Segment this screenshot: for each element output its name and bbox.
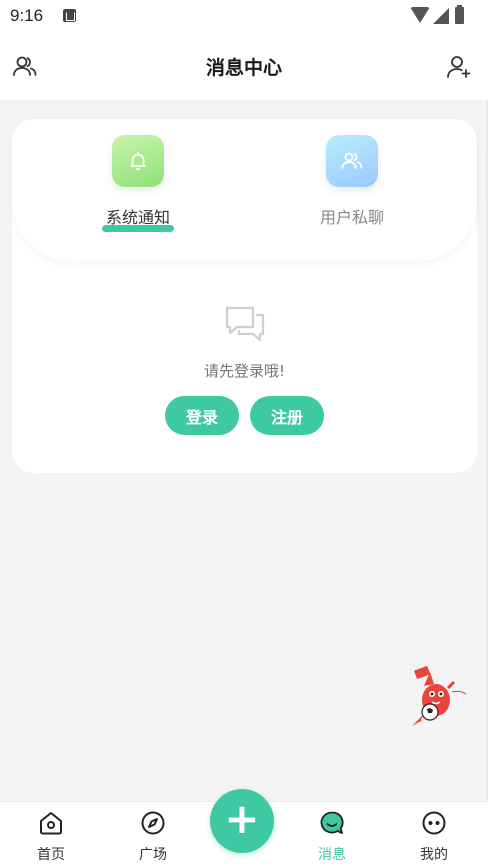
message-icon bbox=[320, 811, 344, 834]
nav-label: 我的 bbox=[420, 847, 448, 863]
home-icon bbox=[40, 812, 62, 835]
login-prompt: 请先登录哦! bbox=[203, 362, 285, 380]
plus-icon: + bbox=[224, 794, 260, 843]
active-tab-indicator bbox=[102, 225, 174, 232]
compass-icon bbox=[141, 811, 165, 835]
chat-bubbles-icon bbox=[225, 306, 265, 342]
nav-me[interactable]: 我的 bbox=[404, 810, 464, 864]
bell-icon bbox=[130, 152, 146, 170]
users-icon bbox=[341, 152, 363, 169]
nav-label: 首页 bbox=[37, 847, 65, 863]
app-header: 消息中心 bbox=[0, 34, 488, 100]
page-title: 消息中心 bbox=[205, 57, 282, 79]
notification-app-icon bbox=[63, 9, 76, 22]
login-button[interactable]: 登录 bbox=[165, 396, 239, 435]
battery-icon bbox=[455, 5, 464, 24]
tab-label: 用户私聊 bbox=[319, 208, 384, 227]
profile-icon bbox=[422, 811, 446, 835]
empty-state: 请先登录哦! 登录 注册 bbox=[12, 305, 477, 445]
nav-home[interactable]: 首页 bbox=[21, 810, 81, 864]
create-post-button[interactable]: + bbox=[210, 789, 274, 853]
mascot-icon bbox=[412, 665, 467, 726]
message-tabs: 系统通知 用户私聊 bbox=[12, 119, 477, 261]
mascot-floating-button[interactable] bbox=[410, 665, 476, 732]
tab-private-chat[interactable]: 用户私聊 bbox=[282, 135, 422, 255]
message-card: 系统通知 用户私聊 请先登录哦! 登录 注册 bbox=[12, 119, 477, 473]
nav-square[interactable]: 广场 bbox=[123, 810, 183, 864]
register-button[interactable]: 注册 bbox=[250, 396, 324, 435]
add-user-icon bbox=[447, 56, 471, 78]
nav-label: 消息 bbox=[318, 847, 346, 863]
nav-messages[interactable]: 消息 bbox=[302, 810, 362, 864]
tab-system-notice[interactable]: 系统通知 bbox=[68, 135, 208, 255]
signal-icon bbox=[433, 8, 449, 24]
private-chat-icon-box bbox=[326, 135, 378, 187]
status-bar: 9:16 bbox=[0, 0, 488, 34]
wifi-icon bbox=[410, 7, 430, 23]
status-time: 9:16 bbox=[10, 6, 44, 25]
nav-label: 广场 bbox=[139, 847, 167, 863]
system-notice-icon-box bbox=[112, 135, 164, 187]
add-friend-button[interactable] bbox=[446, 54, 472, 80]
status-indicators bbox=[406, 5, 476, 25]
